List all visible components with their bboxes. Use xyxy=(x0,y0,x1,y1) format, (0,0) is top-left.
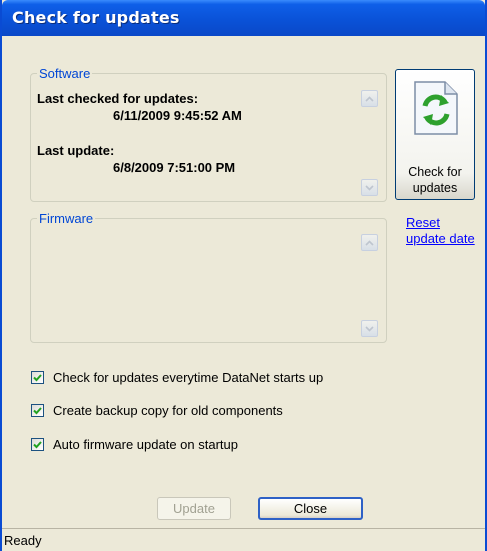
checkbox[interactable] xyxy=(31,438,44,451)
software-group: Software Last checked for updates: 6/11/… xyxy=(30,66,387,202)
reset-update-date-link[interactable]: Reset update date xyxy=(406,215,475,247)
software-legend: Software xyxy=(39,66,91,81)
scroll-down-button[interactable] xyxy=(361,320,378,337)
status-text: Ready xyxy=(4,533,42,548)
checkmark-icon xyxy=(33,374,42,382)
close-button[interactable]: Close xyxy=(258,497,363,520)
dialog-window: Check for updates Software Last checked … xyxy=(0,0,487,551)
option-auto-firmware-update[interactable]: Auto firmware update on startup xyxy=(31,437,238,452)
chevron-up-icon xyxy=(365,95,374,102)
option-label: Auto firmware update on startup xyxy=(53,437,238,452)
title-bar[interactable]: Check for updates xyxy=(2,0,485,36)
chevron-up-icon xyxy=(365,239,374,246)
last-checked-value: 6/11/2009 9:45:52 AM xyxy=(113,108,242,123)
last-update-value: 6/8/2009 7:51:00 PM xyxy=(113,160,236,175)
software-scrollbar[interactable] xyxy=(361,90,378,196)
scroll-up-button[interactable] xyxy=(361,234,378,251)
window-title: Check for updates xyxy=(12,8,180,27)
check-for-updates-button[interactable]: Check for updates xyxy=(395,69,475,200)
option-check-on-startup[interactable]: Check for updates everytime DataNet star… xyxy=(31,370,323,385)
chevron-down-icon xyxy=(365,325,374,332)
checkbox[interactable] xyxy=(31,371,44,384)
update-button[interactable]: Update xyxy=(157,497,231,520)
refresh-document-icon xyxy=(414,81,458,135)
firmware-scrollbar[interactable] xyxy=(361,234,378,338)
scroll-down-button[interactable] xyxy=(361,179,378,196)
checkbox[interactable] xyxy=(31,404,44,417)
last-checked-label: Last checked for updates: xyxy=(37,91,199,106)
firmware-legend: Firmware xyxy=(39,211,94,226)
option-label: Create backup copy for old components xyxy=(53,403,283,418)
scroll-up-button[interactable] xyxy=(361,90,378,107)
check-for-updates-label: Check for updates xyxy=(408,165,462,195)
option-label: Check for updates everytime DataNet star… xyxy=(53,370,324,385)
last-update-label: Last update: xyxy=(37,143,115,158)
checkmark-icon xyxy=(33,407,42,415)
status-bar: Ready xyxy=(2,528,485,551)
option-create-backup[interactable]: Create backup copy for old components xyxy=(31,403,283,418)
chevron-down-icon xyxy=(365,184,374,191)
firmware-group: Firmware xyxy=(30,211,387,343)
checkmark-icon xyxy=(33,441,42,449)
